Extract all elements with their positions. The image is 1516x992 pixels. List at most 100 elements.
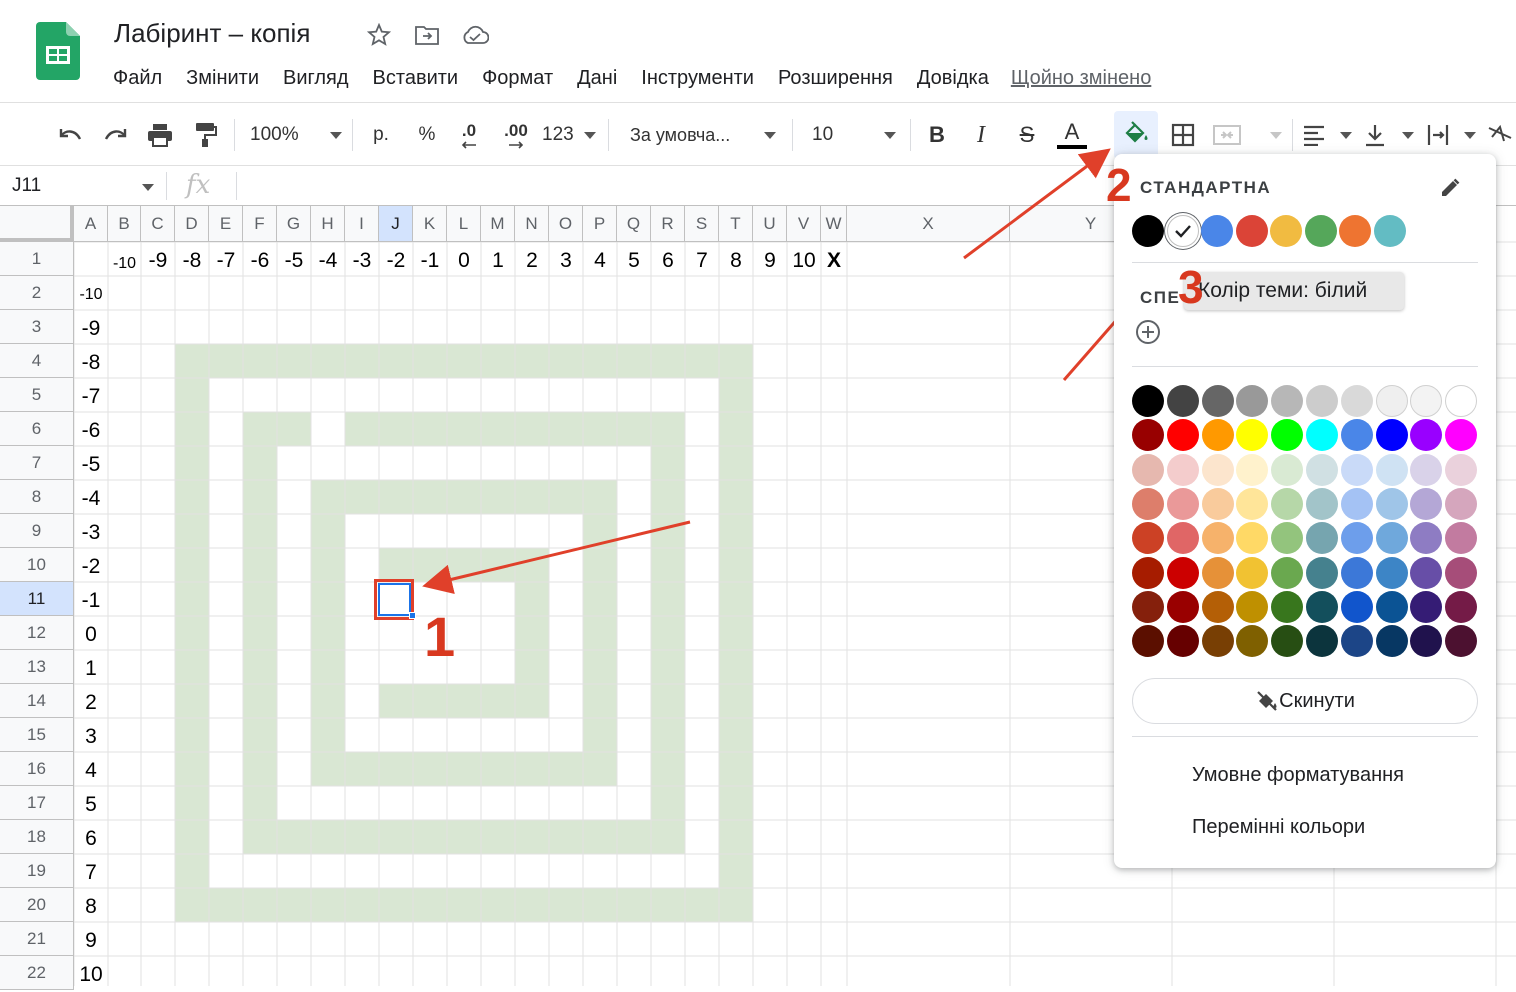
standard-color-swatch[interactable]: [1270, 215, 1302, 247]
fill-handle[interactable]: [409, 612, 416, 619]
palette-color-swatch[interactable]: [1271, 590, 1304, 623]
palette-color-swatch[interactable]: [1375, 556, 1408, 589]
column-header-i[interactable]: I: [345, 206, 379, 242]
palette-color-swatch[interactable]: [1271, 522, 1304, 555]
cell-value[interactable]: -6: [243, 244, 277, 278]
cell-value[interactable]: 2: [74, 686, 108, 720]
palette-color-swatch[interactable]: [1445, 487, 1478, 520]
palette-color-swatch[interactable]: [1271, 453, 1304, 486]
standard-color-swatch[interactable]: [1304, 215, 1337, 247]
column-header-o[interactable]: O: [549, 206, 583, 242]
palette-color-swatch[interactable]: [1132, 385, 1164, 417]
palette-color-swatch[interactable]: [1340, 487, 1373, 520]
column-header-p[interactable]: P: [583, 206, 617, 242]
cell-value[interactable]: 6: [651, 244, 685, 278]
palette-color-swatch[interactable]: [1201, 419, 1234, 452]
cell-value[interactable]: -5: [74, 448, 108, 482]
cell-value[interactable]: 3: [74, 720, 108, 754]
palette-color-swatch[interactable]: [1410, 487, 1443, 520]
cell-value[interactable]: -8: [74, 346, 108, 380]
select-all-corner[interactable]: [0, 206, 74, 242]
palette-color-swatch[interactable]: [1271, 419, 1304, 452]
row-header-2[interactable]: 2: [0, 276, 74, 310]
standard-color-swatch[interactable]: [1132, 215, 1164, 247]
palette-color-swatch[interactable]: [1201, 625, 1234, 658]
column-header-k[interactable]: K: [413, 206, 447, 242]
cell-value[interactable]: 10: [74, 958, 108, 992]
palette-color-swatch[interactable]: [1375, 522, 1408, 555]
palette-color-swatch[interactable]: [1166, 453, 1199, 486]
cell-value[interactable]: -2: [379, 244, 413, 278]
palette-color-swatch[interactable]: [1410, 453, 1443, 486]
cell-value[interactable]: -9: [141, 244, 175, 278]
palette-color-swatch[interactable]: [1201, 487, 1234, 520]
cell-value[interactable]: 9: [753, 244, 787, 278]
column-header-c[interactable]: C: [141, 206, 175, 242]
palette-color-swatch[interactable]: [1306, 385, 1338, 417]
row-header-7[interactable]: 7: [0, 446, 74, 480]
palette-color-swatch[interactable]: [1375, 419, 1408, 452]
palette-color-swatch[interactable]: [1236, 419, 1269, 452]
palette-color-swatch[interactable]: [1271, 556, 1304, 589]
column-header-u[interactable]: U: [753, 206, 787, 242]
column-header-v[interactable]: V: [787, 206, 821, 242]
cell-value[interactable]: 8: [719, 244, 753, 278]
palette-color-swatch[interactable]: [1166, 556, 1199, 589]
row-header-6[interactable]: 6: [0, 412, 74, 446]
cell-value[interactable]: -10: [108, 244, 141, 278]
column-header-f[interactable]: F: [243, 206, 277, 242]
column-header-w[interactable]: W: [821, 206, 847, 242]
row-header-10[interactable]: 10: [0, 548, 74, 582]
standard-color-swatch[interactable]: [1235, 215, 1268, 247]
palette-color-swatch[interactable]: [1445, 419, 1478, 452]
column-header-e[interactable]: E: [209, 206, 243, 242]
row-header-1[interactable]: 1: [0, 242, 74, 276]
palette-color-swatch[interactable]: [1340, 590, 1373, 623]
palette-color-swatch[interactable]: [1340, 419, 1373, 452]
palette-color-swatch[interactable]: [1445, 522, 1478, 555]
palette-color-swatch[interactable]: [1236, 453, 1269, 486]
cell-value[interactable]: 5: [617, 244, 651, 278]
palette-color-swatch[interactable]: [1236, 556, 1269, 589]
palette-color-swatch[interactable]: [1201, 385, 1234, 417]
column-header-b[interactable]: B: [108, 206, 141, 242]
palette-color-swatch[interactable]: [1306, 453, 1338, 486]
alternating-colors-link[interactable]: Перемінні кольори: [1192, 816, 1365, 839]
add-custom-color-icon[interactable]: [1134, 318, 1162, 346]
cell-value[interactable]: 3: [549, 244, 583, 278]
row-header-5[interactable]: 5: [0, 378, 74, 412]
cell-value[interactable]: -1: [413, 244, 447, 278]
column-header-j[interactable]: J: [379, 206, 413, 242]
palette-color-swatch[interactable]: [1166, 522, 1199, 555]
palette-color-swatch[interactable]: [1340, 385, 1373, 417]
palette-color-swatch[interactable]: [1410, 590, 1443, 623]
palette-color-swatch[interactable]: [1166, 625, 1199, 658]
column-header-l[interactable]: L: [447, 206, 481, 242]
cell-value[interactable]: -7: [209, 244, 243, 278]
cell-value[interactable]: 0: [447, 244, 481, 278]
palette-color-swatch[interactable]: [1132, 625, 1164, 658]
cell-value[interactable]: -3: [74, 516, 108, 550]
palette-color-swatch[interactable]: [1306, 487, 1338, 520]
palette-color-swatch[interactable]: [1201, 556, 1234, 589]
palette-color-swatch[interactable]: [1166, 385, 1199, 417]
cell-value[interactable]: 0: [74, 618, 108, 652]
palette-color-swatch[interactable]: [1271, 385, 1304, 417]
cell-value[interactable]: 7: [685, 244, 719, 278]
cell-value[interactable]: -7: [74, 380, 108, 414]
palette-color-swatch[interactable]: [1375, 453, 1408, 486]
palette-color-swatch[interactable]: [1236, 487, 1269, 520]
palette-color-swatch[interactable]: [1201, 522, 1234, 555]
palette-color-swatch[interactable]: [1410, 419, 1443, 452]
cell-value[interactable]: -5: [277, 244, 311, 278]
row-header-4[interactable]: 4: [0, 344, 74, 378]
palette-color-swatch[interactable]: [1340, 522, 1373, 555]
palette-color-swatch[interactable]: [1166, 419, 1199, 452]
row-header-21[interactable]: 21: [0, 922, 74, 956]
standard-color-swatch[interactable]: [1373, 215, 1406, 247]
column-header-g[interactable]: G: [277, 206, 311, 242]
palette-color-swatch[interactable]: [1132, 487, 1164, 520]
row-header-3[interactable]: 3: [0, 310, 74, 344]
column-header-t[interactable]: T: [719, 206, 753, 242]
palette-color-swatch[interactable]: [1375, 590, 1408, 623]
